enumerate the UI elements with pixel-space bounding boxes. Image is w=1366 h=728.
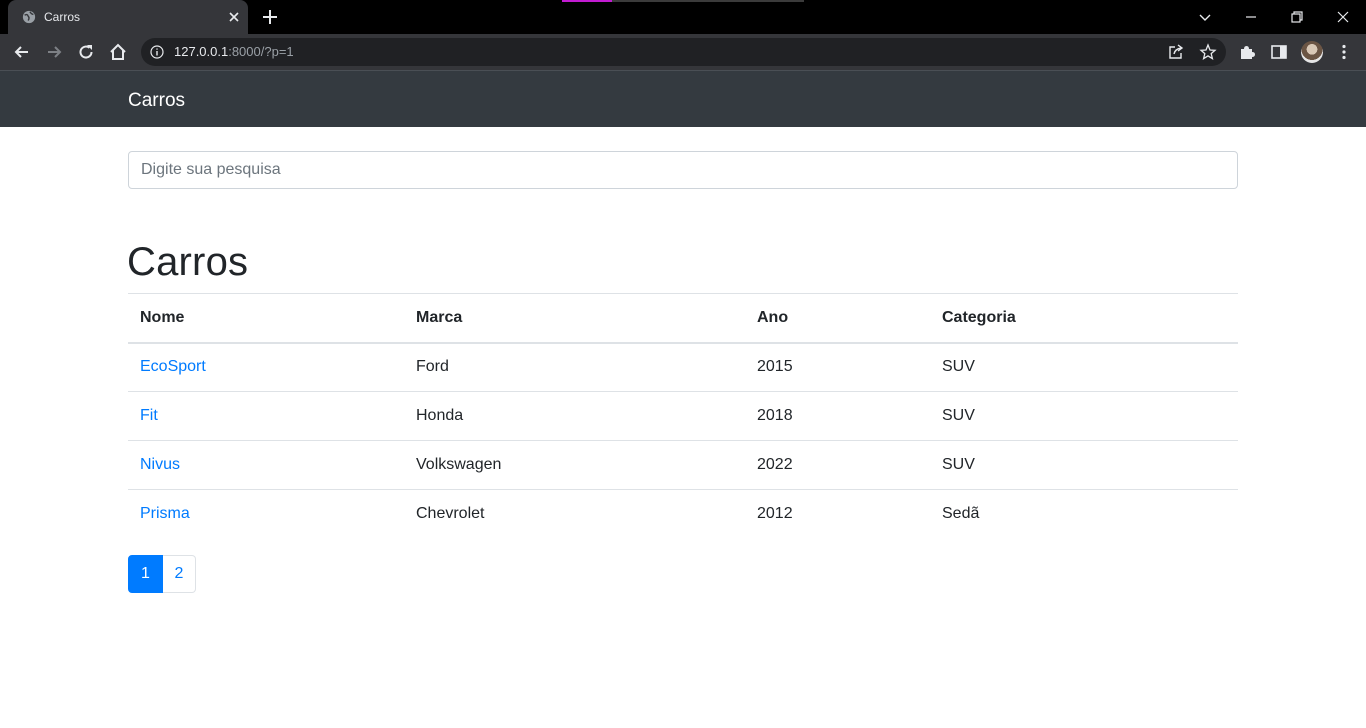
cell-marca: Ford — [416, 358, 449, 376]
browser-tab[interactable]: Carros — [8, 0, 248, 34]
star-icon[interactable] — [1199, 43, 1217, 61]
avatar[interactable] — [1301, 41, 1323, 63]
pagination: 1 2 — [128, 555, 196, 593]
site-navbar: Carros — [0, 70, 1366, 127]
column-header-nome: Nome — [140, 308, 185, 326]
cell-ano: 2022 — [757, 456, 793, 473]
table-row: EcoSport Ford 2015 SUV — [128, 343, 1238, 392]
globe-icon — [22, 10, 36, 24]
car-link[interactable]: Fit — [140, 407, 158, 424]
page-link-1[interactable]: 1 — [128, 555, 163, 593]
page-link-2[interactable]: 2 — [163, 555, 196, 593]
cell-marca: Honda — [416, 407, 464, 424]
cell-nome: Prisma — [128, 490, 404, 539]
column-header-marca: Marca — [416, 308, 463, 326]
table-header-row: Nome Marca Ano Categoria — [128, 293, 1238, 343]
puzzle-icon[interactable] — [1238, 43, 1256, 61]
back-arrow-icon[interactable] — [12, 42, 32, 62]
cell-ano: 2015 — [757, 358, 793, 376]
browser-titlebar: Carros — [0, 0, 1366, 34]
media-strip-accent — [562, 0, 612, 2]
cell-ano: 2018 — [757, 407, 793, 424]
home-icon[interactable] — [108, 42, 128, 62]
reload-icon[interactable] — [76, 42, 96, 62]
cell-categoria: SUV — [942, 456, 975, 473]
column-header-categoria: Categoria — [942, 308, 1016, 326]
car-link[interactable]: Prisma — [140, 505, 190, 522]
url-host: 127.0.0.1 — [174, 44, 229, 59]
table-row: Nivus Volkswagen 2022 SUV — [128, 441, 1238, 490]
cell-ano: 2012 — [757, 505, 793, 523]
cars-table: Nome Marca Ano Categoria EcoSport Ford 2… — [128, 293, 1238, 539]
car-link[interactable]: Nivus — [140, 456, 180, 473]
navbar-brand[interactable]: Carros — [128, 90, 185, 112]
restore-icon[interactable] — [1285, 5, 1309, 29]
kebab-menu-icon[interactable] — [1335, 43, 1353, 61]
cell-categoria: SUV — [942, 358, 975, 376]
chevron-down-icon[interactable] — [1193, 5, 1217, 29]
close-icon[interactable] — [226, 9, 242, 25]
page-title: Carros — [127, 240, 249, 284]
cell-marca: Chevrolet — [416, 505, 485, 523]
table-row: Fit Honda 2018 SUV — [128, 392, 1238, 441]
side-panel-icon[interactable] — [1270, 43, 1288, 61]
cell-nome: Nivus — [128, 441, 404, 490]
column-header-ano: Ano — [757, 308, 789, 326]
cell-marca: Volkswagen — [416, 456, 502, 473]
table-row: Prisma Chevrolet 2012 Sedã — [128, 490, 1238, 539]
car-link[interactable]: EcoSport — [140, 358, 206, 375]
cell-categoria: SUV — [942, 407, 975, 424]
cell-nome: Fit — [128, 392, 404, 441]
cell-categoria: Sedã — [942, 505, 980, 523]
url-text[interactable]: 127.0.0.1:8000/?p=1 — [174, 44, 294, 59]
address-bar[interactable] — [141, 38, 1226, 66]
plus-icon[interactable] — [260, 7, 280, 27]
forward-arrow-icon[interactable] — [44, 42, 64, 62]
cell-nome: EcoSport — [128, 343, 404, 392]
share-icon[interactable] — [1167, 43, 1185, 61]
info-icon[interactable] — [150, 45, 164, 59]
tab-title: Carros — [44, 10, 81, 24]
minimize-icon[interactable] — [1239, 5, 1263, 29]
url-path: :8000/?p=1 — [228, 44, 294, 59]
search-input[interactable] — [128, 151, 1238, 189]
window-close-icon[interactable] — [1331, 5, 1355, 29]
